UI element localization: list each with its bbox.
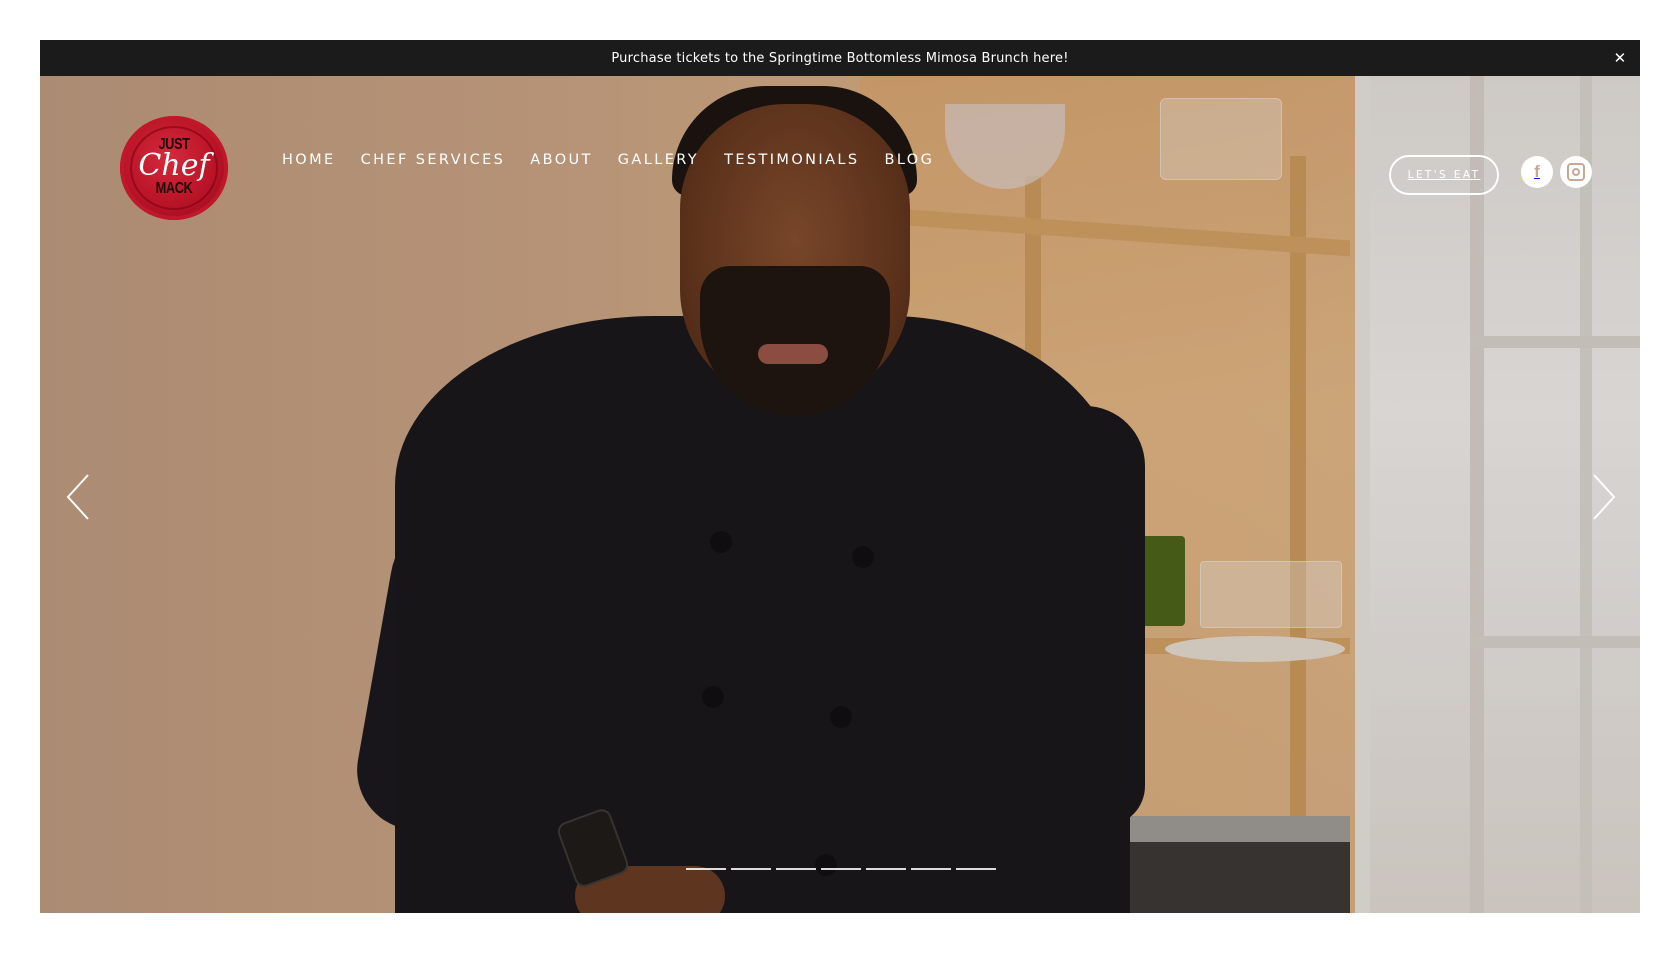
slide-indicator[interactable] xyxy=(821,868,861,870)
nav-item-chef-services[interactable]: CHEF SERVICES xyxy=(361,152,506,168)
instagram-glyph xyxy=(1567,163,1585,181)
announcement-bar: Purchase tickets to the Springtime Botto… xyxy=(40,40,1640,76)
lets-eat-button[interactable]: LET'S EAT xyxy=(1389,155,1499,195)
chevron-right-icon[interactable] xyxy=(1588,472,1618,522)
nav-item-blog[interactable]: BLOG xyxy=(884,152,934,168)
slide-indicator[interactable] xyxy=(731,868,771,870)
nav-item-testimonials[interactable]: TESTIMONIALS xyxy=(724,152,859,168)
instagram-icon[interactable] xyxy=(1560,156,1592,188)
site-frame: Purchase tickets to the Springtime Botto… xyxy=(40,40,1640,913)
announcement-link[interactable]: Purchase tickets to the Springtime Botto… xyxy=(611,51,1068,66)
main-nav: HOME CHEF SERVICES ABOUT GALLERY TESTIMO… xyxy=(282,152,959,168)
logo-text-script: Chef xyxy=(138,148,210,183)
slide-indicators xyxy=(686,868,1001,870)
nav-item-gallery[interactable]: GALLERY xyxy=(618,152,699,168)
slide-indicator[interactable] xyxy=(866,868,906,870)
slide-indicator[interactable] xyxy=(776,868,816,870)
slide-indicator[interactable] xyxy=(956,868,996,870)
site-header: JUST Chef MACK HOME CHEF SERVICES ABOUT … xyxy=(40,76,1640,256)
facebook-icon[interactable]: f xyxy=(1521,156,1553,188)
nav-item-about[interactable]: ABOUT xyxy=(530,152,593,168)
site-logo[interactable]: JUST Chef MACK xyxy=(120,116,228,220)
facebook-glyph: f xyxy=(1534,162,1540,181)
slide-indicator[interactable] xyxy=(911,868,951,870)
logo-text-bottom: MACK xyxy=(155,180,193,197)
chevron-left-icon[interactable] xyxy=(64,472,94,522)
close-icon[interactable]: ✕ xyxy=(1608,46,1632,70)
slide-indicator[interactable] xyxy=(686,868,726,870)
nav-item-home[interactable]: HOME xyxy=(282,152,336,168)
